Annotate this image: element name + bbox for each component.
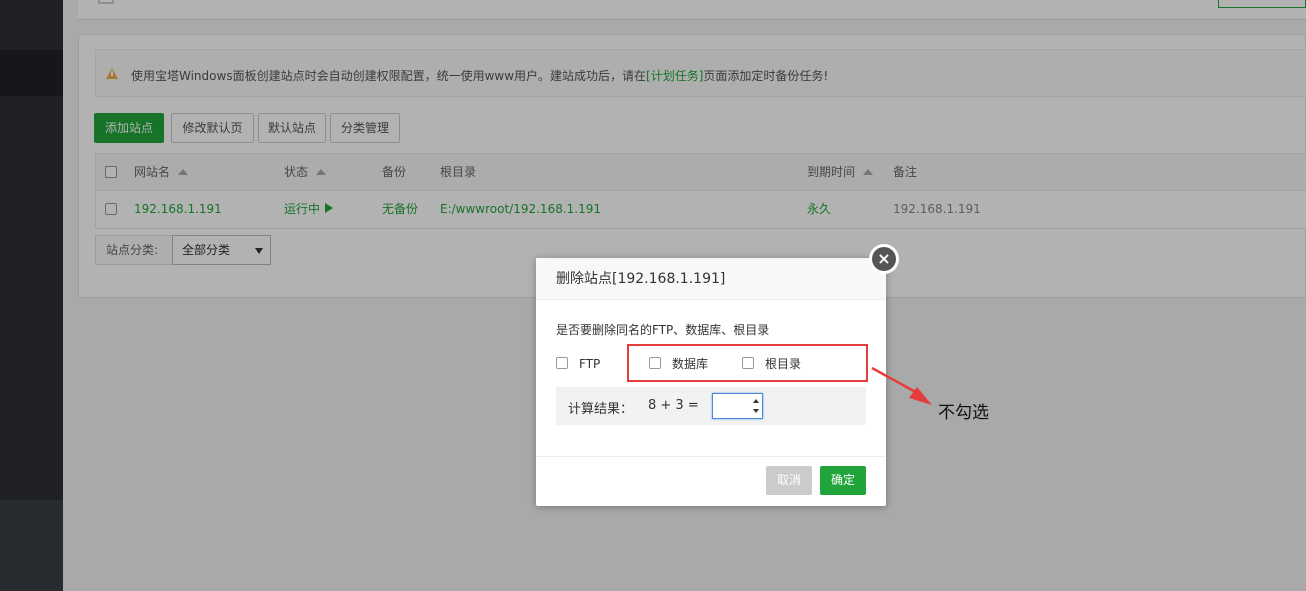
- dialog-question: 是否要删除同名的FTP、数据库、根目录: [556, 323, 770, 337]
- captcha-label: 计算结果：: [568, 402, 634, 417]
- spin-up-icon[interactable]: [753, 399, 759, 403]
- captcha-input[interactable]: [712, 393, 763, 419]
- ftp-label: FTP: [579, 357, 601, 371]
- close-button[interactable]: ×: [869, 244, 899, 274]
- spin-down-icon[interactable]: [753, 409, 759, 413]
- confirm-button[interactable]: 确定: [820, 466, 866, 495]
- ftp-checkbox[interactable]: [556, 357, 568, 369]
- annotation-highlight-box: [627, 344, 868, 382]
- dialog-footer: 取消 确定: [536, 456, 886, 506]
- captcha-row: 计算结果： 8 + 3 =: [556, 387, 866, 425]
- delete-site-dialog: 删除站点[192.168.1.191] × 是否要删除同名的FTP、数据库、根目…: [536, 244, 899, 506]
- dialog-title: 删除站点[192.168.1.191]: [536, 258, 886, 300]
- cancel-button[interactable]: 取消: [766, 466, 812, 495]
- close-icon: ×: [872, 247, 896, 271]
- captcha-expression: 8 + 3 =: [648, 398, 699, 413]
- annotation-text: 不勾选: [938, 403, 989, 423]
